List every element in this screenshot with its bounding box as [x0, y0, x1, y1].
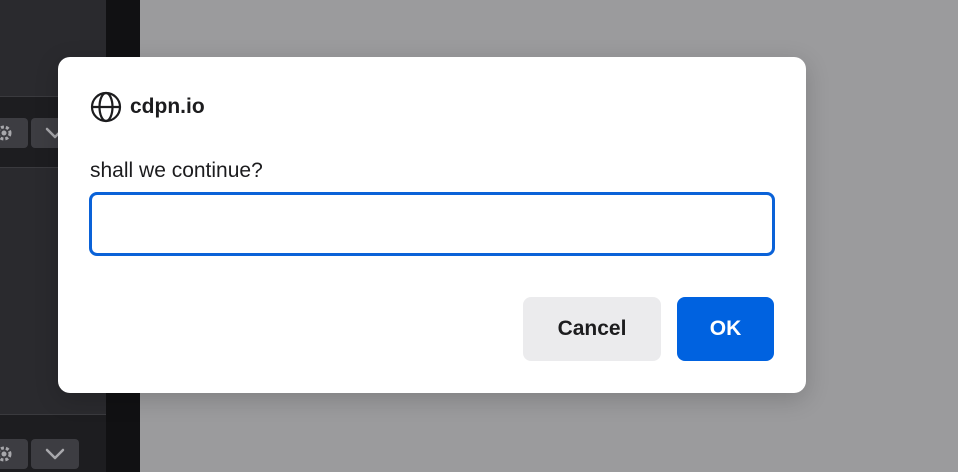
prompt-message: shall we continue? [90, 159, 263, 182]
gear-icon [0, 439, 28, 469]
gear-icon [0, 118, 28, 148]
globe-icon [90, 91, 122, 123]
ok-button[interactable]: OK [677, 297, 774, 361]
prompt-input[interactable] [89, 192, 775, 256]
chevron-down-icon [31, 439, 79, 469]
dialog-origin: cdpn.io [90, 91, 205, 123]
origin-label: cdpn.io [130, 95, 205, 118]
cancel-button[interactable]: Cancel [523, 297, 661, 361]
background-toolbar-bottom [0, 414, 106, 472]
prompt-dialog: cdpn.io shall we continue? Cancel OK [58, 57, 806, 393]
